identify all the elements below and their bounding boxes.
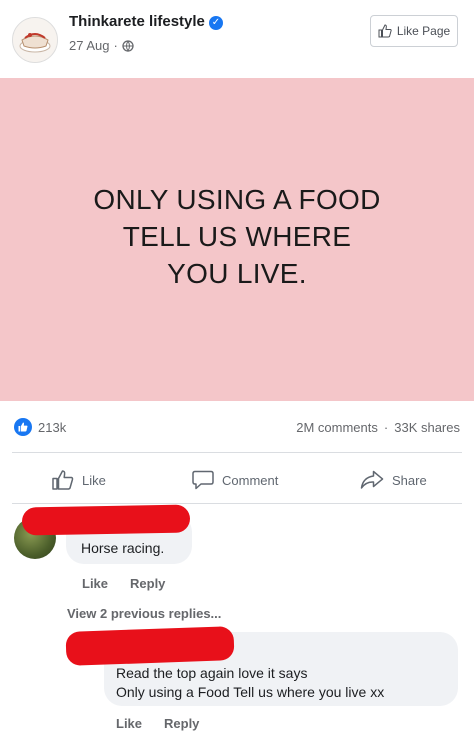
action-bar: Like Comment Share [0, 462, 474, 498]
meta-separator: · [113, 38, 118, 53]
comment-icon [192, 470, 214, 490]
reply-text: Read the top again love it says Only usi… [116, 664, 384, 702]
page-name[interactable]: Thinkarete lifestyle ✓ [69, 13, 223, 30]
reply-actions: Like Reply [116, 716, 199, 731]
post-date[interactable]: 27 Aug [69, 38, 110, 53]
divider [12, 452, 462, 453]
globe-icon [122, 39, 134, 52]
like-page-button[interactable]: Like Page [370, 15, 458, 47]
view-previous-replies-link[interactable]: View 2 previous replies... [67, 606, 221, 621]
comment-actions: Like Reply [82, 576, 165, 591]
page-avatar[interactable] [12, 17, 58, 63]
cake-logo-icon [13, 18, 57, 62]
post-text: ONLY USING A FOOD TELL US WHERE YOU LIVE… [93, 181, 380, 292]
like-reaction-icon [14, 418, 32, 436]
comments-count[interactable]: 2M comments [296, 420, 378, 435]
stats-right: 2M comments · 33K shares [296, 420, 460, 435]
comment-button[interactable]: Comment [192, 462, 278, 498]
like-button[interactable]: Like [52, 462, 106, 498]
shares-count[interactable]: 33K shares [394, 420, 460, 435]
like-page-label: Like Page [396, 24, 451, 38]
reply-text-line: Only using a Food Tell us where you live… [116, 684, 385, 700]
comment-like-button[interactable]: Like [82, 576, 108, 591]
verified-badge-icon: ✓ [208, 16, 223, 30]
reactions-count: 213k [38, 419, 67, 435]
post-text-line: TELL US WHERE [122, 221, 352, 252]
reactions-summary[interactable]: 213k [14, 418, 66, 436]
share-button[interactable]: Share [360, 462, 427, 498]
redaction-mark [21, 504, 191, 536]
share-label: Share [392, 472, 427, 488]
divider [12, 503, 462, 504]
post-stats: 213k 2M comments · 33K shares [0, 412, 474, 442]
post-text-line: ONLY USING A FOOD [93, 184, 381, 215]
redaction-mark [65, 626, 235, 666]
reply-text-line: Read the top again love it says [116, 665, 308, 681]
post-text-line: YOU LIVE. [167, 258, 307, 289]
stats-separator: · [383, 420, 389, 435]
page-name-text[interactable]: Thinkarete lifestyle [69, 13, 205, 30]
thumbs-up-icon [378, 24, 392, 38]
comment-label: Comment [222, 472, 279, 488]
comment-reply-button[interactable]: Reply [130, 576, 165, 591]
comment-text: Horse racing. [81, 540, 165, 556]
post-header: Thinkarete lifestyle ✓ 27 Aug · Like Page [0, 0, 474, 78]
post-meta: 27 Aug · [69, 38, 134, 53]
like-label: Like [82, 472, 106, 488]
thumbs-up-icon [52, 470, 74, 490]
reply-reply-button[interactable]: Reply [164, 716, 199, 731]
post-image[interactable]: ONLY USING A FOOD TELL US WHERE YOU LIVE… [0, 78, 474, 401]
share-icon [360, 470, 384, 489]
reply-like-button[interactable]: Like [116, 716, 142, 731]
